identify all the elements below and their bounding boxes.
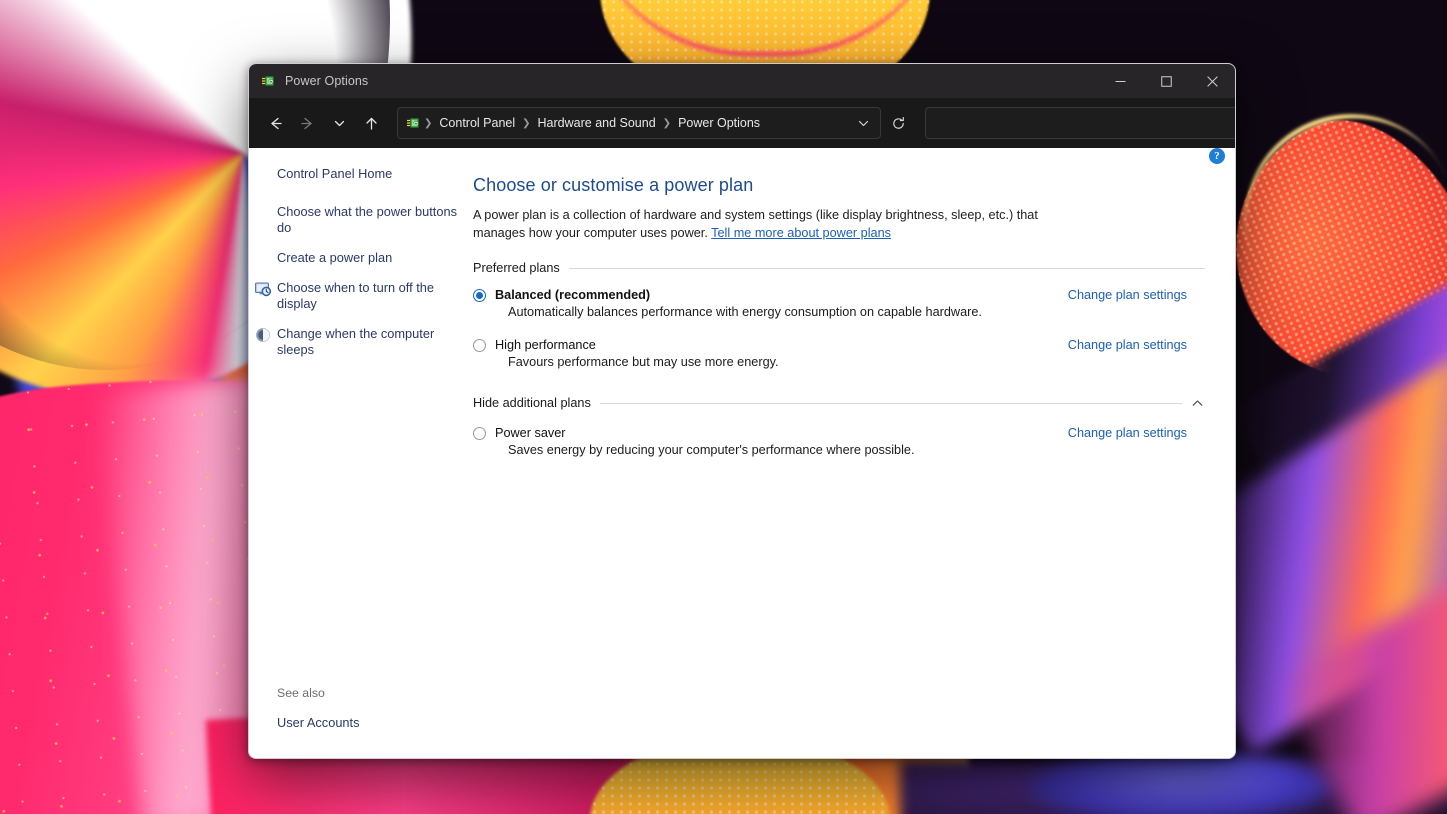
page-title: Choose or customise a power plan	[473, 175, 754, 195]
minimize-button[interactable]	[1097, 64, 1143, 98]
address-bar[interactable]: ❯ Control Panel ❯ Hardware and Sound ❯ P…	[397, 107, 881, 139]
plan-row-power-saver[interactable]: Power saver Saves energy by reducing you…	[473, 426, 1205, 457]
change-plan-settings-power-saver[interactable]: Change plan settings	[1068, 426, 1187, 440]
plan-name-high-performance: High performance	[495, 338, 596, 352]
window-title: Power Options	[285, 74, 369, 88]
main-content: ? Choose or customise a power plan A pow…	[473, 148, 1235, 758]
preferred-plans-label: Preferred plans	[473, 261, 560, 275]
breadcrumb-separator: ❯	[424, 117, 433, 129]
maximize-button[interactable]	[1143, 64, 1189, 98]
back-button[interactable]	[259, 107, 291, 139]
plan-description-power-saver: Saves energy by reducing your computer's…	[508, 443, 915, 457]
radio-power-saver[interactable]	[473, 426, 486, 440]
tell-me-more-link[interactable]: Tell me more about power plans	[711, 226, 891, 240]
power-plug-battery-icon	[261, 73, 277, 89]
breadcrumb-hardware-and-sound[interactable]: Hardware and Sound	[533, 113, 661, 133]
help-button[interactable]: ?	[1209, 148, 1225, 164]
radio-balanced[interactable]	[473, 288, 486, 302]
plan-description-balanced: Automatically balances performance with …	[508, 305, 982, 319]
breadcrumb-power-options[interactable]: Power Options	[673, 113, 765, 133]
sidebar-link-user-accounts[interactable]: User Accounts	[277, 715, 360, 730]
search-input[interactable]	[934, 115, 1235, 131]
radio-high-performance[interactable]	[473, 338, 486, 352]
sidebar-item-turn-off-display[interactable]: Choose when to turn off the display	[249, 280, 473, 312]
navigation-toolbar: ❯ Control Panel ❯ Hardware and Sound ❯ P…	[249, 98, 1235, 148]
close-button[interactable]	[1189, 64, 1235, 98]
plan-name-power-saver: Power saver	[495, 426, 566, 440]
see-also-label: See also	[277, 686, 325, 700]
breadcrumb-separator: ❯	[522, 117, 531, 129]
address-chevron-down-icon[interactable]	[850, 110, 876, 136]
change-plan-settings-balanced[interactable]: Change plan settings	[1068, 288, 1187, 302]
preferred-plans-section-header: Preferred plans	[473, 261, 1205, 275]
plan-name-balanced: Balanced (recommended)	[495, 288, 651, 302]
window-body: Control Panel Home Choose what the power…	[249, 148, 1235, 758]
refresh-icon[interactable]	[885, 110, 911, 136]
address-power-plug-battery-icon	[406, 115, 422, 131]
sidebar-item-choose-power-buttons[interactable]: Choose what the power buttons do	[249, 204, 473, 236]
breadcrumb-control-panel[interactable]: Control Panel	[434, 113, 520, 133]
breadcrumb-separator: ❯	[662, 117, 672, 129]
change-plan-settings-high-performance[interactable]: Change plan settings	[1068, 338, 1187, 352]
plan-row-balanced[interactable]: Balanced (recommended) Automatically bal…	[473, 288, 1205, 319]
additional-plans-section-header[interactable]: Hide additional plans	[473, 396, 1205, 410]
moon-icon	[254, 326, 272, 344]
sidebar-item-label: Change when the computer sleeps	[277, 326, 435, 357]
sidebar-item-create-power-plan[interactable]: Create a power plan	[249, 250, 473, 266]
section-divider	[568, 267, 1205, 269]
sidebar-item-computer-sleeps[interactable]: Change when the computer sleeps	[249, 326, 473, 358]
hide-additional-plans-label: Hide additional plans	[473, 396, 591, 410]
window-titlebar[interactable]: Power Options	[249, 64, 1235, 98]
desktop: Power Options ❯ Control Panel ❯ Hardware…	[0, 0, 1447, 814]
window-controls	[1097, 64, 1235, 98]
sidebar: Control Panel Home Choose what the power…	[249, 148, 473, 758]
sidebar-item-label: Choose when to turn off the display	[277, 280, 434, 311]
plan-description-high-performance: Favours performance but may use more ene…	[508, 355, 779, 369]
forward-button[interactable]	[291, 107, 323, 139]
chevron-up-icon[interactable]	[1191, 397, 1205, 410]
up-button[interactable]	[355, 107, 387, 139]
wallpaper-bottom-blue	[1030, 752, 1330, 814]
search-box[interactable]	[925, 107, 1235, 139]
plan-row-high-performance[interactable]: High performance Favours performance but…	[473, 338, 1205, 369]
sidebar-item-control-panel-home[interactable]: Control Panel Home	[249, 166, 473, 182]
section-divider	[599, 402, 1182, 404]
intro-paragraph: A power plan is a collection of hardware…	[473, 206, 1057, 242]
display-clock-icon	[254, 280, 272, 298]
power-options-window: Power Options ❯ Control Panel ❯ Hardware…	[248, 63, 1236, 759]
recent-locations-chevron-down-icon[interactable]	[323, 107, 355, 139]
